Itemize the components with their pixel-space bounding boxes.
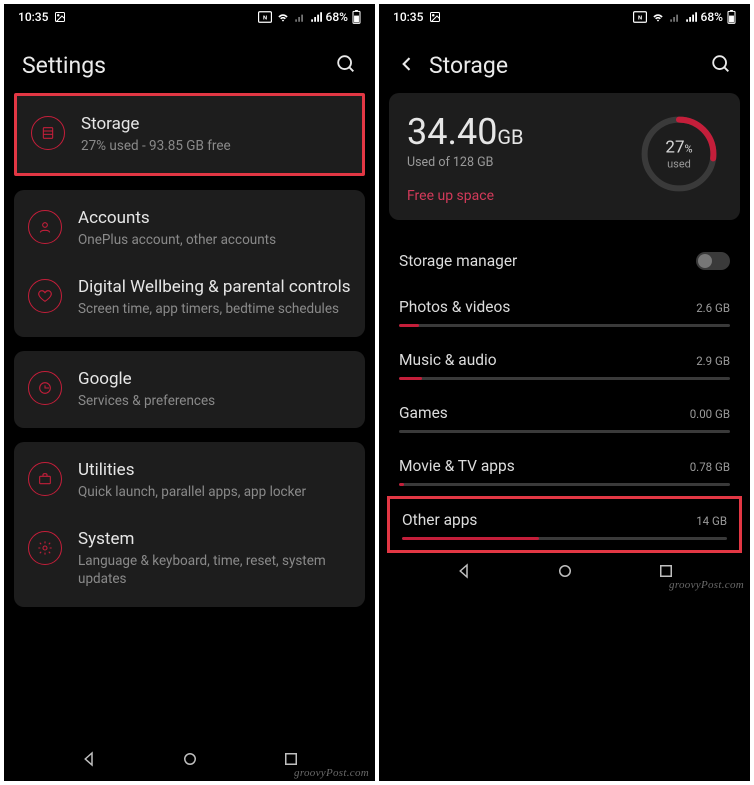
nfc-icon: N	[633, 11, 647, 23]
home-nav-icon[interactable]	[181, 750, 199, 772]
settings-item-digital-wellbeing-parental-controls[interactable]: Digital Wellbeing & parental controls Scr…	[14, 267, 365, 336]
item-title: Storage	[81, 114, 348, 134]
back-nav-icon[interactable]	[80, 750, 98, 772]
item-subtitle: Screen time, app timers, bedtime schedul…	[78, 300, 351, 318]
settings-group: Google Services & preferences	[14, 351, 365, 428]
category-bar	[402, 537, 727, 540]
back-icon[interactable]	[397, 54, 417, 78]
storage-manager-label: Storage manager	[399, 252, 517, 270]
category-bar	[399, 377, 730, 380]
storage-summary-card[interactable]: 34.40GB Used of 128 GB Free up space 27%…	[389, 93, 740, 220]
back-nav-icon[interactable]	[455, 562, 473, 584]
item-subtitle: 27% used - 93.85 GB free	[81, 137, 348, 155]
navigation-bar: groovyPost.com	[4, 741, 375, 781]
category-title: Other apps	[402, 511, 477, 529]
svg-text:N: N	[637, 15, 641, 21]
status-time: 10:35	[18, 10, 48, 24]
page-title: Settings	[22, 52, 106, 79]
storage-categories: Photos & videos 2.6 GB Music & audio 2.9 GB…	[379, 284, 750, 553]
category-bar	[399, 430, 730, 433]
gear-icon	[28, 531, 62, 565]
category-title: Movie & TV apps	[399, 457, 515, 475]
settings-group: Accounts OnePlus account, other accounts D…	[14, 190, 365, 336]
heart-icon	[28, 279, 62, 313]
storage-total-label: Used of 128 GB	[407, 155, 524, 170]
storage-category-photos-videos[interactable]: Photos & videos 2.6 GB	[379, 284, 750, 337]
settings-list[interactable]: Storage 27% used - 93.85 GB free Accounts O…	[4, 93, 375, 741]
wifi-icon	[651, 11, 665, 23]
free-up-space-link[interactable]: Free up space	[407, 188, 524, 204]
status-bar: 10:35 N 68%	[379, 4, 750, 30]
search-icon[interactable]	[710, 53, 732, 79]
item-subtitle: OnePlus account, other accounts	[78, 231, 351, 249]
svg-text:N: N	[262, 15, 266, 21]
signal-icon	[294, 11, 306, 23]
item-title: Google	[78, 369, 351, 389]
storage-manager-row[interactable]: Storage manager	[379, 234, 750, 284]
google-icon	[28, 371, 62, 405]
category-title: Games	[399, 404, 448, 422]
wifi-icon	[276, 11, 290, 23]
page-title: Storage	[429, 52, 508, 79]
storage-icon	[31, 116, 65, 150]
item-title: System	[78, 529, 351, 549]
signal-icon-2	[310, 11, 322, 23]
storage-used-value: 34.40GB	[407, 111, 524, 153]
item-subtitle: Services & preferences	[78, 392, 351, 410]
settings-group: Utilities Quick launch, parallel apps, ap…	[14, 442, 365, 607]
image-icon	[429, 11, 441, 23]
settings-item-system[interactable]: System Language & keyboard, time, reset, …	[14, 519, 365, 606]
signal-icon-2	[685, 11, 697, 23]
category-bar	[399, 324, 730, 327]
search-icon[interactable]	[335, 53, 357, 79]
item-title: Digital Wellbeing & parental controls	[78, 277, 351, 297]
category-size: 2.9 GB	[696, 354, 730, 368]
item-title: Accounts	[78, 208, 351, 228]
category-title: Music & audio	[399, 351, 497, 369]
item-subtitle: Language & keyboard, time, reset, system…	[78, 552, 351, 588]
battery-percent: 68%	[326, 10, 348, 24]
category-title: Photos & videos	[399, 298, 510, 316]
category-size: 0.78 GB	[690, 460, 730, 474]
right-phone-storage: 10:35 N 68%	[379, 4, 750, 781]
settings-item-storage[interactable]: Storage 27% used - 93.85 GB free	[17, 96, 362, 173]
settings-item-accounts[interactable]: Accounts OnePlus account, other accounts	[14, 190, 365, 267]
left-phone-settings: 10:35 N 68% Settings	[4, 4, 375, 781]
battery-icon	[352, 10, 361, 24]
category-bar	[399, 483, 730, 486]
item-title: Utilities	[78, 460, 351, 480]
storage-manager-toggle[interactable]	[696, 252, 730, 270]
category-size: 14 GB	[696, 514, 727, 528]
account-icon	[28, 210, 62, 244]
category-size: 2.6 GB	[696, 301, 730, 315]
settings-header: Settings	[4, 30, 375, 93]
status-time: 10:35	[393, 10, 423, 24]
image-icon	[54, 11, 66, 23]
storage-category-other-apps[interactable]: Other apps 14 GB	[387, 496, 742, 553]
storage-category-movie-tv-apps[interactable]: Movie & TV apps 0.78 GB	[379, 443, 750, 496]
home-nav-icon[interactable]	[556, 562, 574, 584]
signal-icon	[669, 11, 681, 23]
storage-category-music-audio[interactable]: Music & audio 2.9 GB	[379, 337, 750, 390]
navigation-bar: groovyPost.com	[379, 553, 750, 593]
settings-item-utilities[interactable]: Utilities Quick launch, parallel apps, ap…	[14, 442, 365, 519]
battery-percent: 68%	[701, 10, 723, 24]
settings-item-google[interactable]: Google Services & preferences	[14, 351, 365, 428]
storage-category-games[interactable]: Games 0.00 GB	[379, 390, 750, 443]
item-subtitle: Quick launch, parallel apps, app locker	[78, 483, 351, 501]
watermark: groovyPost.com	[669, 579, 744, 591]
category-size: 0.00 GB	[690, 407, 730, 421]
settings-group: Storage 27% used - 93.85 GB free	[14, 93, 365, 176]
storage-ring-chart: 27% used	[636, 111, 722, 197]
battery-icon	[727, 10, 736, 24]
status-bar: 10:35 N 68%	[4, 4, 375, 30]
briefcase-icon	[28, 462, 62, 496]
nfc-icon: N	[258, 11, 272, 23]
storage-header: Storage	[379, 30, 750, 93]
watermark: groovyPost.com	[294, 767, 369, 779]
